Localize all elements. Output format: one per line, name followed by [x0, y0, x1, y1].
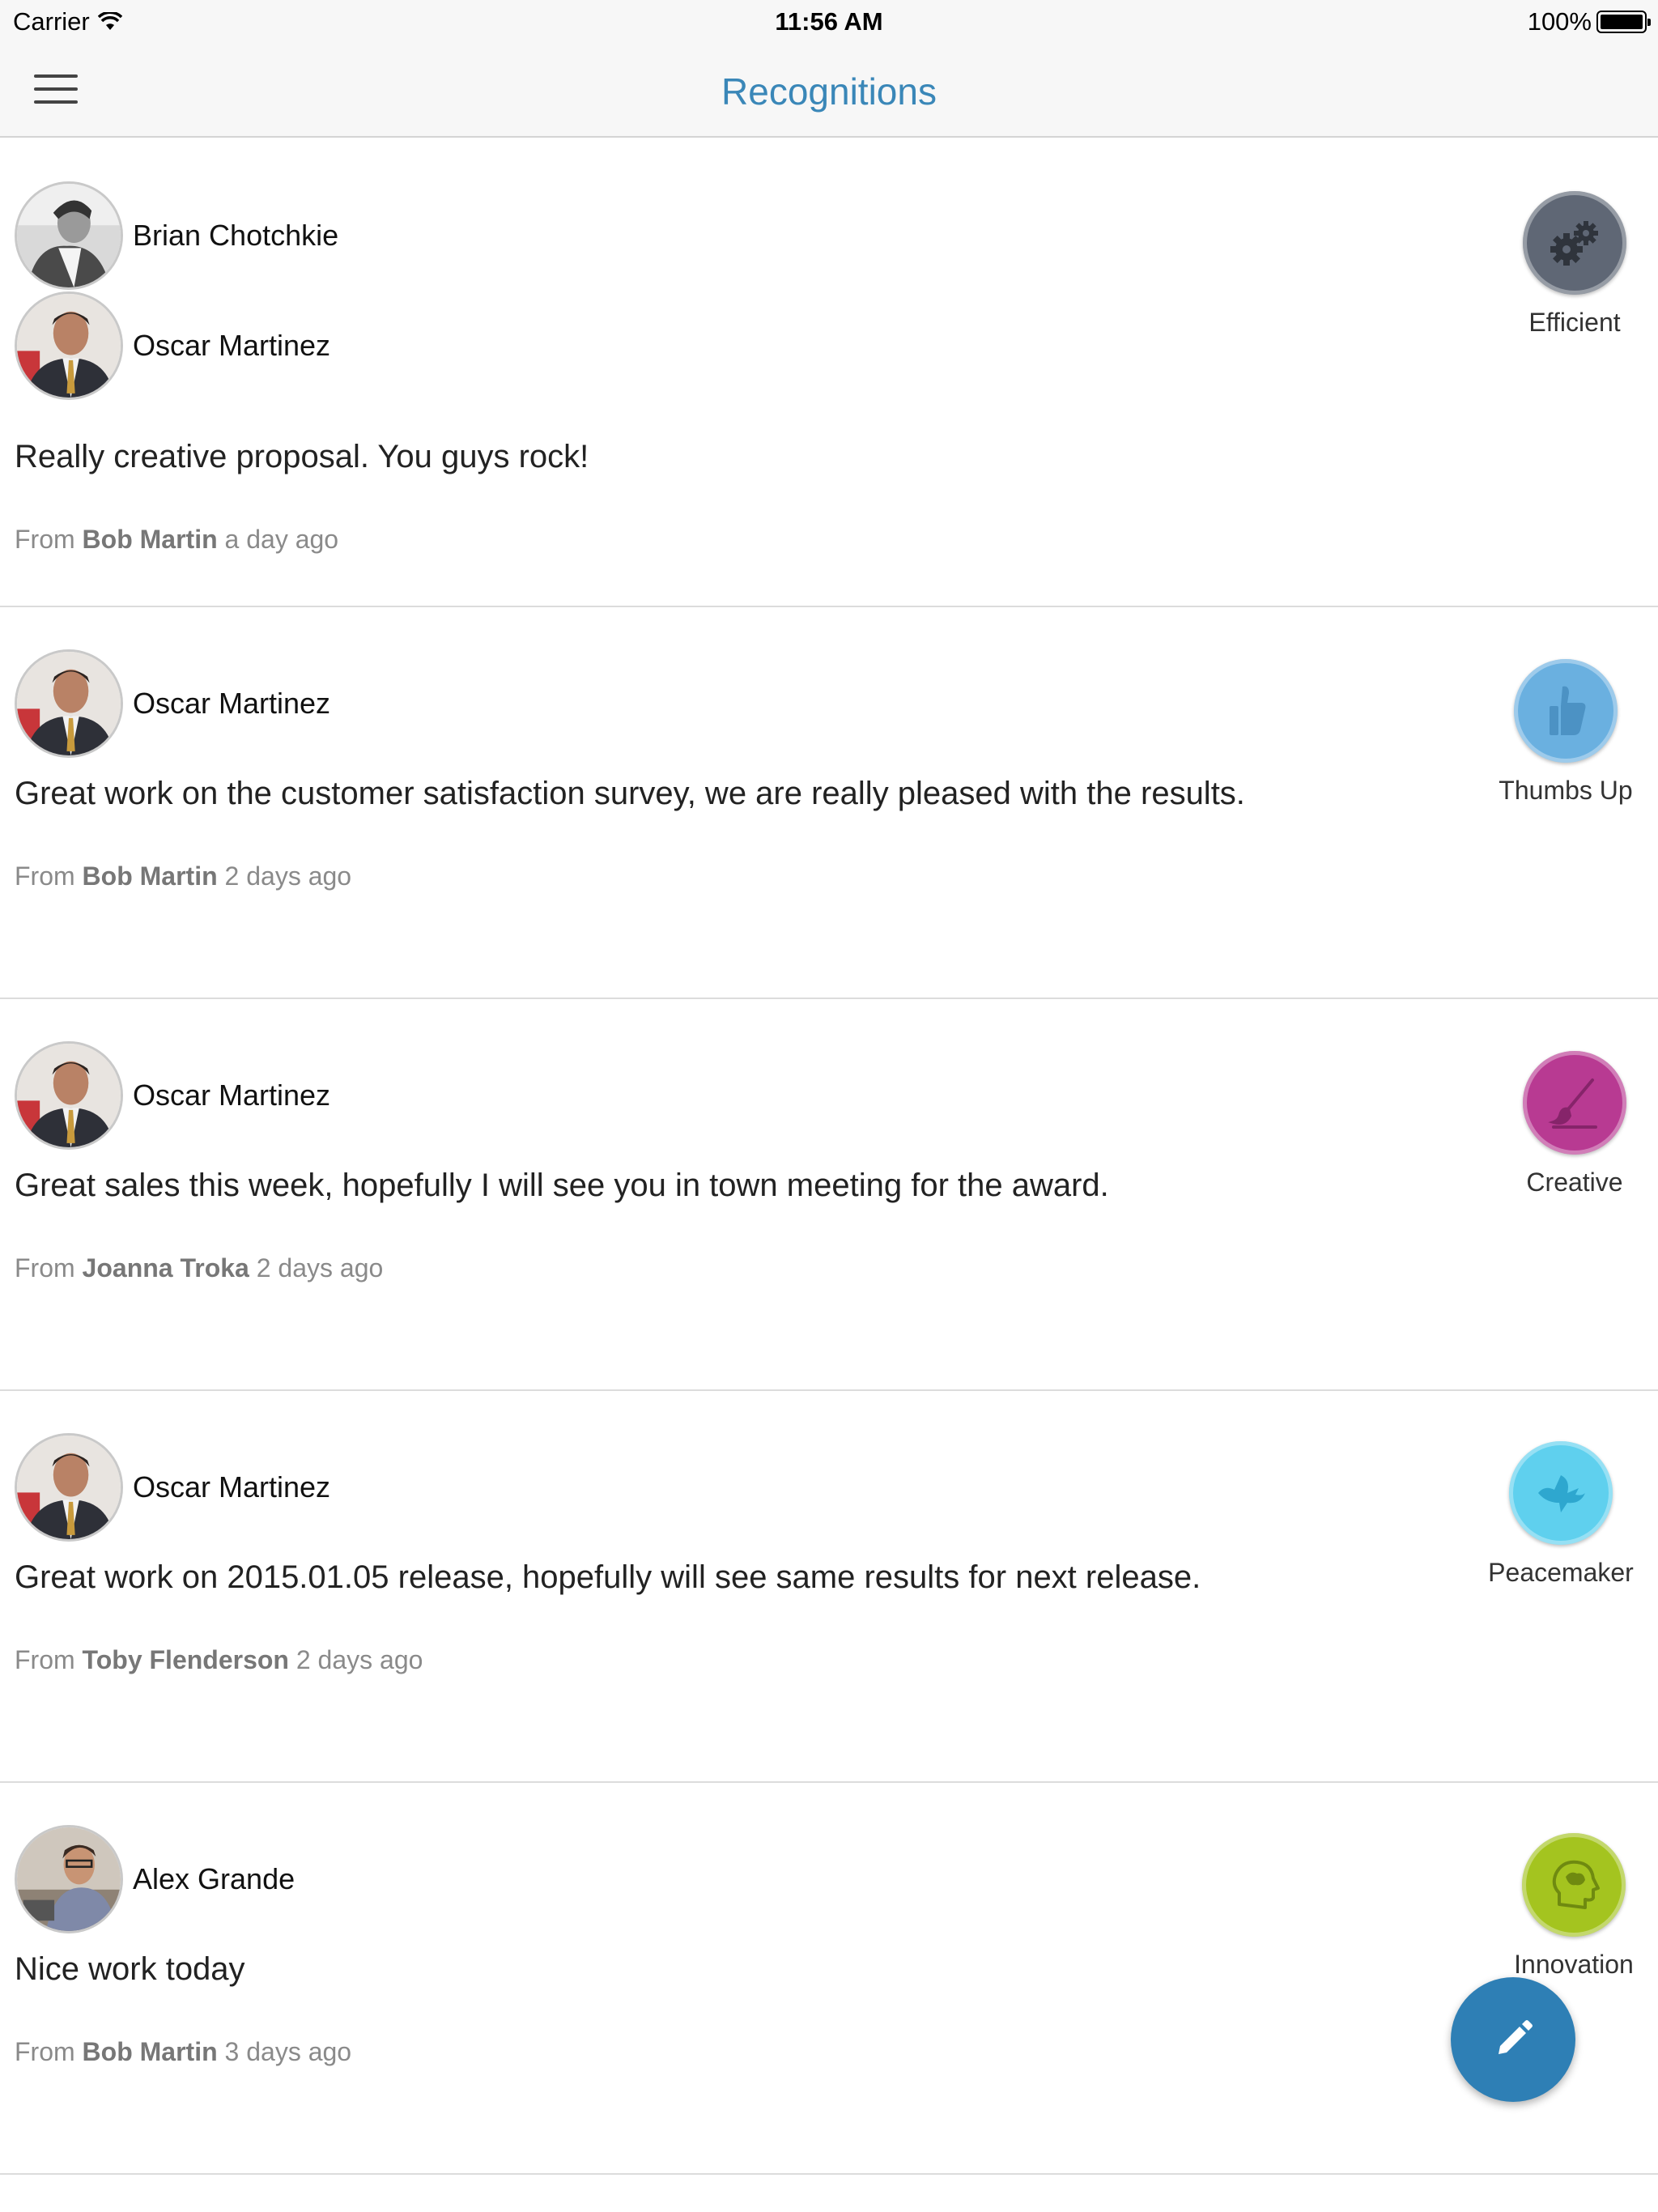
recipient-name: Brian Chotchkie	[133, 219, 339, 252]
recognition-card[interactable]: Alex Grande Nice work today From Bob Mar…	[0, 1783, 1658, 2175]
avatar-photo	[17, 1436, 121, 1539]
recipient: Brian Chotchkie	[15, 181, 338, 290]
battery-info: 100%	[1527, 7, 1651, 36]
recognition-list: Brian Chotchkie Oscar Martinez Really cr…	[0, 138, 1658, 2175]
avatar	[15, 1041, 123, 1150]
recognition-card[interactable]: Oscar Martinez Great work on the custome…	[0, 607, 1658, 999]
avatar-photo	[17, 184, 121, 287]
recipient: Oscar Martinez	[15, 1041, 330, 1150]
recipient-name: Oscar Martinez	[133, 1078, 331, 1112]
recipient: Oscar Martinez	[15, 1433, 330, 1542]
recognition-message: Great work on 2015.01.05 release, hopefu…	[15, 1559, 1201, 1595]
badge: Innovation	[1469, 1833, 1658, 1980]
badge-label: Innovation	[1514, 1950, 1634, 1979]
compose-recognition-button[interactable]	[1451, 1977, 1575, 2102]
avatar	[15, 291, 123, 400]
avatar	[15, 1433, 123, 1542]
badge: Thumbs Up	[1460, 659, 1658, 806]
recognition-sender-line: From Toby Flenderson 2 days ago	[15, 1645, 423, 1675]
recognition-time: 2 days ago	[256, 1253, 384, 1283]
battery-percent: 100%	[1527, 7, 1592, 36]
badge: Creative	[1469, 1051, 1658, 1197]
recognition-sender-line: From Bob Martin 3 days ago	[15, 2037, 351, 2067]
from-label: From	[15, 861, 75, 891]
recipient-name: Oscar Martinez	[133, 329, 331, 362]
recognition-sender-line: From Bob Martin a day ago	[15, 525, 338, 555]
recipient-name: Oscar Martinez	[133, 1470, 331, 1504]
avatar-photo	[17, 1044, 121, 1147]
from-label: From	[15, 2037, 75, 2066]
recognition-sender-line: From Joanna Troka 2 days ago	[15, 1253, 383, 1283]
sender-name: Toby Flenderson	[82, 1645, 289, 1674]
sender-name: Bob Martin	[82, 2037, 218, 2066]
from-label: From	[15, 1253, 75, 1283]
paintbrush-icon	[1523, 1051, 1626, 1155]
page-title: Recognitions	[721, 70, 937, 113]
badge-label: Creative	[1526, 1168, 1623, 1197]
recognition-time: 2 days ago	[224, 861, 352, 891]
recognition-card[interactable]: Brian Chotchkie Oscar Martinez Really cr…	[0, 138, 1658, 607]
recognition-message: Really creative proposal. You guys rock!	[15, 439, 589, 474]
avatar	[15, 649, 123, 758]
avatar-photo	[17, 294, 121, 398]
badge-label: Efficient	[1528, 308, 1621, 337]
from-label: From	[15, 525, 75, 554]
recipient-name: Alex Grande	[133, 1862, 295, 1895]
gears-icon	[1523, 191, 1626, 295]
badge-label: Thumbs Up	[1499, 776, 1633, 805]
badge: Efficient	[1469, 191, 1658, 338]
navigation-bar: Recognitions	[0, 45, 1658, 138]
badge-label: Peacemaker	[1488, 1558, 1634, 1587]
sender-name: Joanna Troka	[82, 1253, 249, 1283]
avatar	[15, 181, 123, 290]
avatar	[15, 1825, 123, 1933]
brain-head-icon	[1522, 1833, 1626, 1937]
recognition-message: Great work on the customer satisfaction …	[15, 776, 1245, 811]
battery-icon	[1596, 11, 1651, 33]
recognition-message: Nice work today	[15, 1951, 245, 1987]
thumbs-up-icon	[1514, 659, 1618, 763]
avatar-photo	[17, 1827, 121, 1931]
from-label: From	[15, 1645, 75, 1674]
pencil-icon	[1499, 2020, 1533, 2054]
recognition-message: Great sales this week, hopefully I will …	[15, 1168, 1109, 1203]
recipient-name: Oscar Martinez	[133, 687, 331, 720]
recognition-card[interactable]: Oscar Martinez Great work on 2015.01.05 …	[0, 1391, 1658, 1783]
recipient: Oscar Martinez	[15, 649, 330, 758]
recognition-sender-line: From Bob Martin 2 days ago	[15, 861, 351, 891]
status-bar: Carrier 11:56 AM 100%	[0, 0, 1658, 45]
badge: Peacemaker	[1456, 1441, 1658, 1588]
recognition-time: 2 days ago	[295, 1645, 423, 1674]
recognition-card[interactable]: Oscar Martinez Great sales this week, ho…	[0, 999, 1658, 1391]
recognition-time: a day ago	[224, 525, 339, 554]
avatar-photo	[17, 652, 121, 755]
status-time: 11:56 AM	[775, 7, 883, 36]
recipient: Alex Grande	[15, 1825, 295, 1933]
dove-icon	[1509, 1441, 1613, 1545]
recognition-time: 3 days ago	[224, 2037, 352, 2066]
sender-name: Bob Martin	[82, 525, 218, 554]
sender-name: Bob Martin	[82, 861, 218, 891]
recipient: Oscar Martinez	[15, 291, 330, 400]
